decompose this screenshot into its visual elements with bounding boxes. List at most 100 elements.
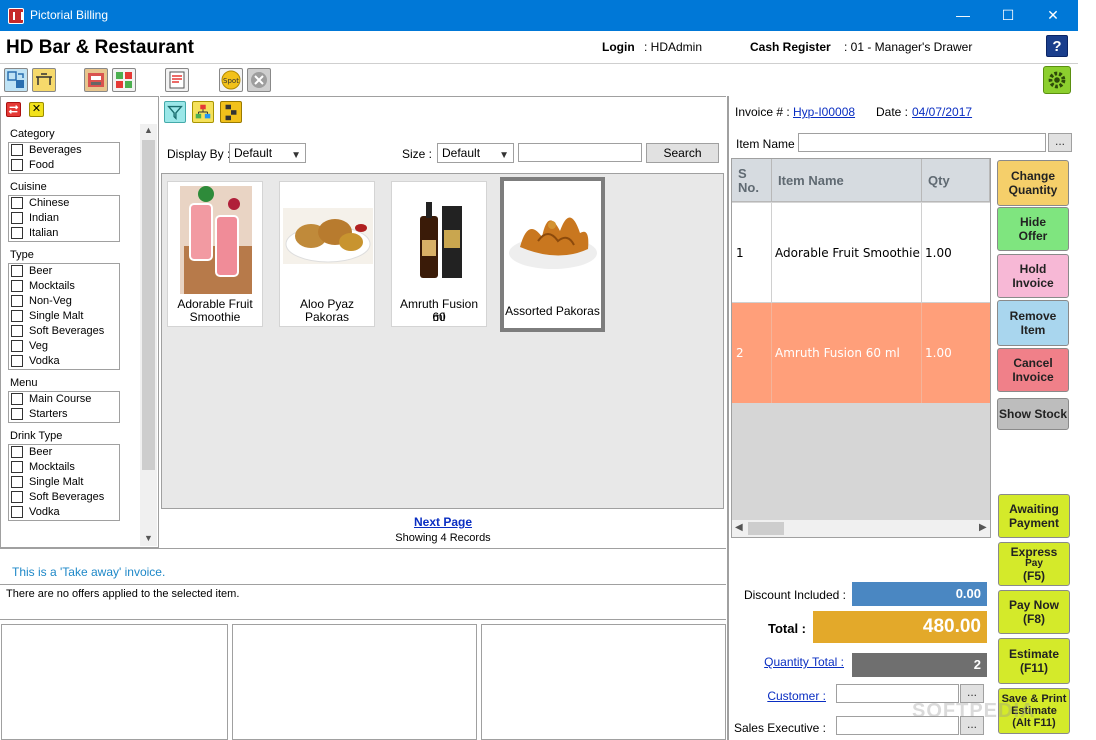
scroll-left-icon[interactable]: ◀: [735, 522, 743, 533]
item-browse-button[interactable]: ...: [1048, 133, 1072, 152]
filter-item[interactable]: Single Malt: [9, 309, 119, 324]
filter-item[interactable]: Soft Beverages: [9, 490, 119, 505]
minimize-button[interactable]: —: [940, 0, 986, 31]
filter-item[interactable]: Single Malt: [9, 475, 119, 490]
next-page-link[interactable]: Next Page: [160, 515, 726, 529]
hold-invoice-line1: Hold: [1019, 262, 1047, 276]
pay-now-button[interactable]: Pay Now (F8): [998, 590, 1070, 634]
customer-link[interactable]: Customer :: [767, 689, 826, 703]
reset-filters-icon[interactable]: [6, 102, 21, 117]
checkbox[interactable]: [11, 265, 23, 277]
product-tile-smoothie[interactable]: Adorable Fruit Smoothie: [167, 181, 263, 327]
table-icon[interactable]: [32, 68, 56, 92]
pay-now-line1: Pay Now: [1008, 598, 1059, 612]
spot-icon[interactable]: Spot: [219, 68, 243, 92]
size-select[interactable]: Default ▼: [437, 143, 514, 163]
filter-item[interactable]: Mocktails: [9, 279, 119, 294]
hold-invoice-button[interactable]: Hold Invoice: [997, 254, 1069, 298]
group-view-icon[interactable]: [192, 101, 214, 123]
register-icon[interactable]: [84, 68, 108, 92]
checkbox[interactable]: [11, 491, 23, 503]
remove-item-button[interactable]: Remove Item: [997, 300, 1069, 346]
filter-item[interactable]: Beer: [9, 264, 119, 279]
scroll-down-icon[interactable]: ▼: [144, 533, 153, 543]
filter-item[interactable]: Indian: [9, 211, 119, 226]
checkbox[interactable]: [11, 197, 23, 209]
awaiting-payment-button[interactable]: Awaiting Payment: [998, 494, 1070, 538]
filter-item[interactable]: Beer: [9, 445, 119, 460]
sales-executive-label: Sales Executive :: [733, 721, 826, 735]
filter-item[interactable]: Vodka: [9, 354, 119, 369]
report-icon[interactable]: [165, 68, 189, 92]
change-quantity-button[interactable]: Change Quantity: [997, 160, 1069, 206]
checkbox[interactable]: [11, 144, 23, 156]
checkbox[interactable]: [11, 310, 23, 322]
filter-item[interactable]: Food: [9, 158, 119, 173]
invoice-number-link[interactable]: Hyp-I00008: [793, 105, 855, 119]
filter-item[interactable]: Chinese: [9, 196, 119, 211]
estimate-button[interactable]: Estimate (F11): [998, 638, 1070, 684]
layout-toggle-icon[interactable]: [4, 68, 28, 92]
checkbox[interactable]: [11, 325, 23, 337]
help-button[interactable]: ?: [1046, 35, 1068, 57]
product-tile-aloo-pyaz-pakoras[interactable]: Aloo Pyaz Pakoras: [279, 181, 375, 327]
checkbox[interactable]: [11, 446, 23, 458]
cancel-invoice-line1: Cancel: [1013, 356, 1053, 370]
invoice-row-selected[interactable]: 2 Amruth Fusion 60 ml 1.00: [732, 303, 990, 403]
checkbox[interactable]: [11, 408, 23, 420]
checkbox[interactable]: [11, 280, 23, 292]
checkbox[interactable]: [11, 355, 23, 367]
hide-offer-line1: Hide: [1019, 215, 1046, 229]
show-stock-button[interactable]: Show Stock: [997, 398, 1069, 430]
settings-gear-icon[interactable]: [1043, 66, 1071, 94]
filter-item[interactable]: Vodka: [9, 505, 119, 520]
change-quantity-line2: Quantity: [1008, 183, 1058, 197]
item-name-input[interactable]: [798, 133, 1046, 152]
filter-item-label: Indian: [29, 212, 59, 224]
date-link[interactable]: 04/07/2017: [912, 105, 972, 119]
quantity-total-link[interactable]: Quantity Total :: [764, 655, 844, 669]
checkbox[interactable]: [11, 393, 23, 405]
search-input[interactable]: [518, 143, 642, 162]
checkbox[interactable]: [11, 506, 23, 518]
maximize-button[interactable]: ☐: [985, 0, 1031, 31]
filter-funnel-icon[interactable]: [164, 101, 186, 123]
checkbox[interactable]: [11, 476, 23, 488]
grid-scrollbar-thumb[interactable]: [748, 522, 784, 535]
checkbox[interactable]: [11, 295, 23, 307]
clear-icon[interactable]: [247, 68, 271, 92]
checkbox[interactable]: [11, 461, 23, 473]
cancel-invoice-button[interactable]: Cancel Invoice: [997, 348, 1069, 392]
express-pay-button[interactable]: Express Pay (F5): [998, 542, 1070, 586]
filter-item[interactable]: Mocktails: [9, 460, 119, 475]
row-item-name: Adorable Fruit Smoothie: [772, 203, 922, 303]
checkbox[interactable]: [11, 340, 23, 352]
filter-item-label: Soft Beverages: [29, 491, 105, 503]
close-button[interactable]: ✕: [1030, 0, 1076, 31]
filter-item[interactable]: Soft Beverages: [9, 324, 119, 339]
close-filters-icon[interactable]: ✕: [29, 102, 44, 117]
tree-view-icon[interactable]: [220, 101, 242, 123]
inventory-icon[interactable]: [112, 68, 136, 92]
offers-message: There are no offers applied to the selec…: [6, 588, 240, 600]
scroll-up-icon[interactable]: ▲: [144, 125, 153, 135]
product-tile-assorted-pakoras[interactable]: Assorted Pakoras: [500, 177, 605, 332]
search-button[interactable]: Search: [646, 143, 719, 163]
filter-item[interactable]: Non-Veg: [9, 294, 119, 309]
quantity-total-label-wrap: Quantity Total :: [730, 655, 844, 669]
product-tile-amruth-fusion[interactable]: Amruth Fusion 60 ml: [391, 181, 487, 327]
filter-scrollbar-thumb[interactable]: [142, 140, 155, 470]
filter-item[interactable]: Italian: [9, 226, 119, 241]
filter-item[interactable]: Veg: [9, 339, 119, 354]
hide-offer-button[interactable]: Hide Offer: [997, 207, 1069, 251]
checkbox[interactable]: [11, 227, 23, 239]
checkbox[interactable]: [11, 212, 23, 224]
filter-item[interactable]: Beverages: [9, 143, 119, 158]
window-title: Pictorial Billing: [30, 8, 109, 22]
checkbox[interactable]: [11, 159, 23, 171]
filter-item[interactable]: Main Course: [9, 392, 119, 407]
invoice-row[interactable]: 1 Adorable Fruit Smoothie 1.00: [732, 203, 990, 303]
filter-item[interactable]: Starters: [9, 407, 119, 422]
scroll-right-icon[interactable]: ▶: [979, 522, 987, 533]
display-by-select[interactable]: Default ▼: [229, 143, 306, 163]
